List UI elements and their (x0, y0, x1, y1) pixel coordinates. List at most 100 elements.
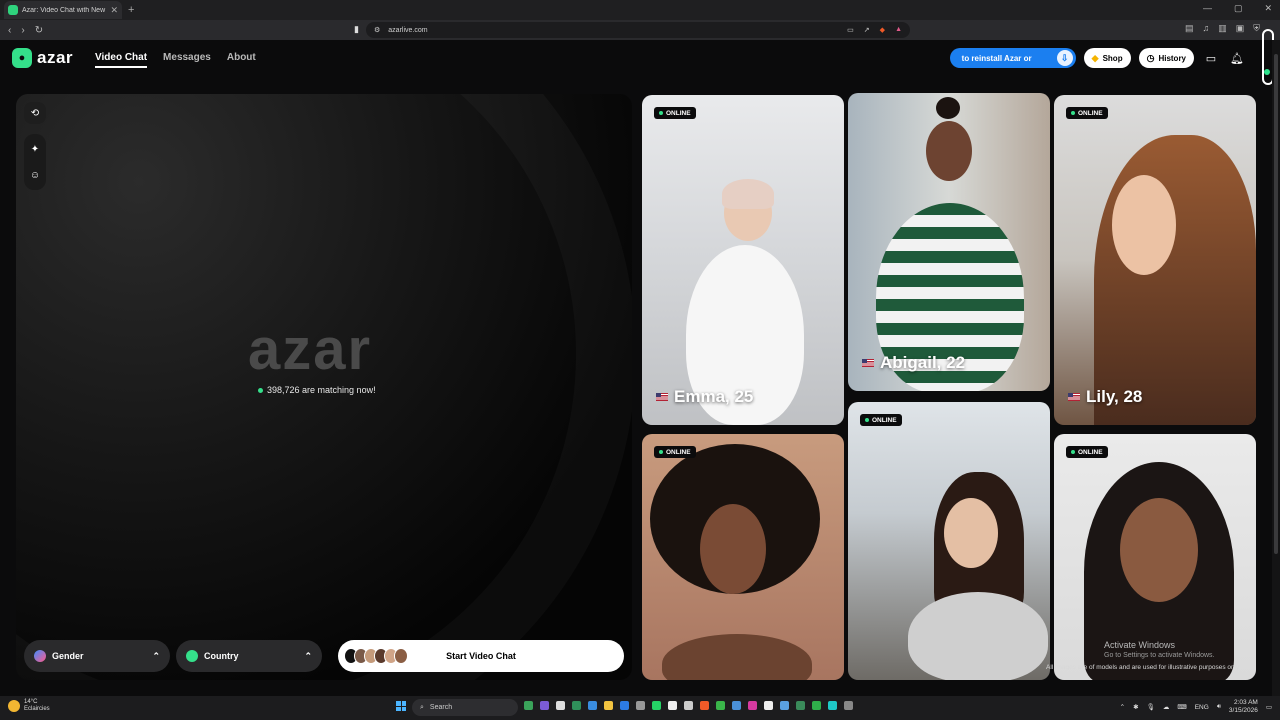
vpn-icon[interactable]: ⛨ (1253, 23, 1260, 34)
profile-card[interactable]: ONLINE Emma, 25 (642, 95, 844, 425)
activate-windows-watermark: Activate Windows Go to Settings to activ… (1104, 640, 1215, 659)
app-icon[interactable] (732, 701, 741, 710)
bluetooth-icon[interactable]: ✱ (1133, 703, 1138, 711)
gender-filter[interactable]: Gender ⌃ (24, 640, 170, 672)
site-info-icon[interactable]: ⚙ (374, 26, 380, 34)
magic-wand-icon[interactable]: ✦ (24, 138, 46, 160)
country-filter[interactable]: Country ⌃ (176, 640, 322, 672)
azar-favicon-icon (8, 5, 18, 15)
keyboard-icon[interactable]: ⌨ (1177, 703, 1186, 711)
app-icon[interactable] (588, 701, 597, 710)
browser-tab[interactable]: Azar: Video Chat with New Peop ✕ (4, 1, 122, 19)
nav-messages[interactable]: Messages (163, 52, 211, 68)
image-disclaimer: All images are of models and are used fo… (1046, 664, 1240, 671)
shop-button[interactable]: ◆ Shop (1083, 48, 1131, 68)
clock[interactable]: 2:03 AM 3/15/2026 (1229, 699, 1258, 715)
page-scrollbar[interactable] (1272, 40, 1280, 696)
weather-sun-icon (8, 700, 20, 712)
profile-card[interactable]: ONLINE (848, 402, 1050, 680)
app-icon[interactable] (828, 701, 837, 710)
music-icon[interactable]: ♫ (1202, 23, 1209, 34)
cast-icon[interactable]: ▭ (847, 26, 854, 34)
windows-start-icon[interactable] (396, 701, 406, 711)
shop-label: Shop (1102, 53, 1123, 63)
reinstall-button[interactable]: to reinstall Azar or ⇩ (949, 48, 1076, 68)
profile-avatar[interactable] (1254, 29, 1274, 85)
close-window-icon[interactable]: ✕ (1264, 3, 1272, 14)
app-icon[interactable] (572, 701, 581, 710)
online-badge: ONLINE (860, 414, 902, 426)
app-icon[interactable] (764, 701, 773, 710)
nav-about[interactable]: About (227, 52, 256, 68)
header-actions: to reinstall Azar or ⇩ ◆ Shop ◷ History … (949, 29, 1274, 85)
extension-icons: ▤ ♫ ▥ ▣ ⛨ (1185, 23, 1260, 34)
close-tab-icon[interactable]: ✕ (110, 5, 118, 16)
cloud-icon[interactable]: ☁︎ (1163, 703, 1170, 711)
gender-icon (34, 650, 46, 662)
face-filter-icon[interactable]: ☺ (24, 164, 46, 186)
azar-logo-icon: ● (12, 48, 32, 68)
forward-icon[interactable]: › (21, 25, 24, 36)
live-dot (258, 387, 263, 393)
profile-card[interactable]: ONLINE Lily, 28 (1054, 95, 1256, 425)
url-text: azarlive.com (388, 26, 428, 34)
taskbar-search[interactable]: ⌕ Search (412, 699, 518, 716)
notification-icon[interactable]: ▭ (1266, 703, 1272, 711)
reload-icon[interactable]: ↻ (35, 25, 43, 36)
nav-video-chat[interactable]: Video Chat (95, 52, 148, 68)
system-tray: ⌃ ✱ 🎙︎ ☁︎ ⌨ ENG 🔊︎ 2:03 AM 3/15/2026 ▭ (1120, 699, 1272, 715)
brave-shield-icon[interactable]: ◆ (880, 26, 885, 34)
app-icon[interactable] (636, 701, 645, 710)
app-icon[interactable] (652, 701, 661, 710)
volume-icon[interactable]: 🔊︎ (1217, 703, 1221, 711)
profile-photo (722, 179, 774, 209)
profile-photo (662, 634, 812, 680)
rewards-icon[interactable]: ▲ (895, 26, 902, 34)
app-icon[interactable] (524, 701, 533, 710)
app-icon[interactable] (668, 701, 677, 710)
browser-toolbar: ‹ › ↻ ▮ ⚙ azarlive.com ▭ ↗ ◆ ▲ ▤ ♫ ▥ ▣ ⛨ (0, 20, 1280, 40)
online-badge: ONLINE (654, 446, 696, 458)
azar-logo[interactable]: ● azar (12, 48, 73, 68)
folder-icon[interactable] (604, 701, 613, 710)
back-icon[interactable]: ‹ (8, 25, 11, 36)
share-icon[interactable]: ↗ (864, 26, 870, 34)
search-icon: ⌕ (420, 703, 424, 711)
app-icon[interactable] (556, 701, 565, 710)
window-controls: — ▢ ✕ (1203, 3, 1272, 14)
wallet-icon[interactable]: ▣ (1236, 23, 1245, 34)
new-tab-icon[interactable]: + (128, 4, 134, 16)
app-icon[interactable] (748, 701, 757, 710)
activate-subtitle: Go to Settings to activate Windows. (1104, 652, 1215, 659)
inbox-icon[interactable]: ▭ (1202, 49, 1220, 67)
chevron-up-icon[interactable]: ⌃ (1120, 703, 1125, 711)
sidebar-icon[interactable]: ▤ (1185, 23, 1194, 34)
activate-title: Activate Windows (1104, 640, 1176, 650)
app-icon[interactable] (780, 701, 789, 710)
weather-widget[interactable]: 14°C Eclaircies (8, 699, 50, 713)
camera-switch-icon[interactable]: ⟲ (24, 102, 46, 124)
start-video-chat-button[interactable]: Start Video Chat (338, 640, 624, 672)
app-icon[interactable] (684, 701, 693, 710)
logo-text: azar (37, 48, 74, 67)
profile-name: Emma, 25 (656, 387, 753, 407)
address-bar[interactable]: ⚙ azarlive.com ▭ ↗ ◆ ▲ (366, 22, 910, 38)
minimize-icon[interactable]: — (1203, 3, 1212, 14)
profile-card[interactable]: ONLINE (642, 434, 844, 680)
maximize-icon[interactable]: ▢ (1234, 3, 1243, 14)
app-icon[interactable] (812, 701, 821, 710)
scrollbar-thumb[interactable] (1274, 54, 1278, 554)
mic-icon[interactable]: 🎙︎ (1147, 703, 1155, 711)
app-icon[interactable] (620, 701, 629, 710)
language-indicator[interactable]: ENG (1195, 704, 1209, 711)
history-button[interactable]: ◷ History (1138, 48, 1194, 68)
app-icon[interactable] (796, 701, 805, 710)
panel-icon[interactable]: ▥ (1218, 23, 1227, 34)
bookmark-icon[interactable]: ▮ (354, 24, 359, 35)
app-icon[interactable] (716, 701, 725, 710)
notification-bell-icon[interactable]: 🔔︎ (1228, 49, 1246, 67)
app-icon[interactable] (540, 701, 549, 710)
app-icon[interactable] (844, 701, 853, 710)
brave-icon[interactable] (700, 701, 709, 710)
profile-card[interactable]: Abigail, 22 (848, 93, 1050, 391)
